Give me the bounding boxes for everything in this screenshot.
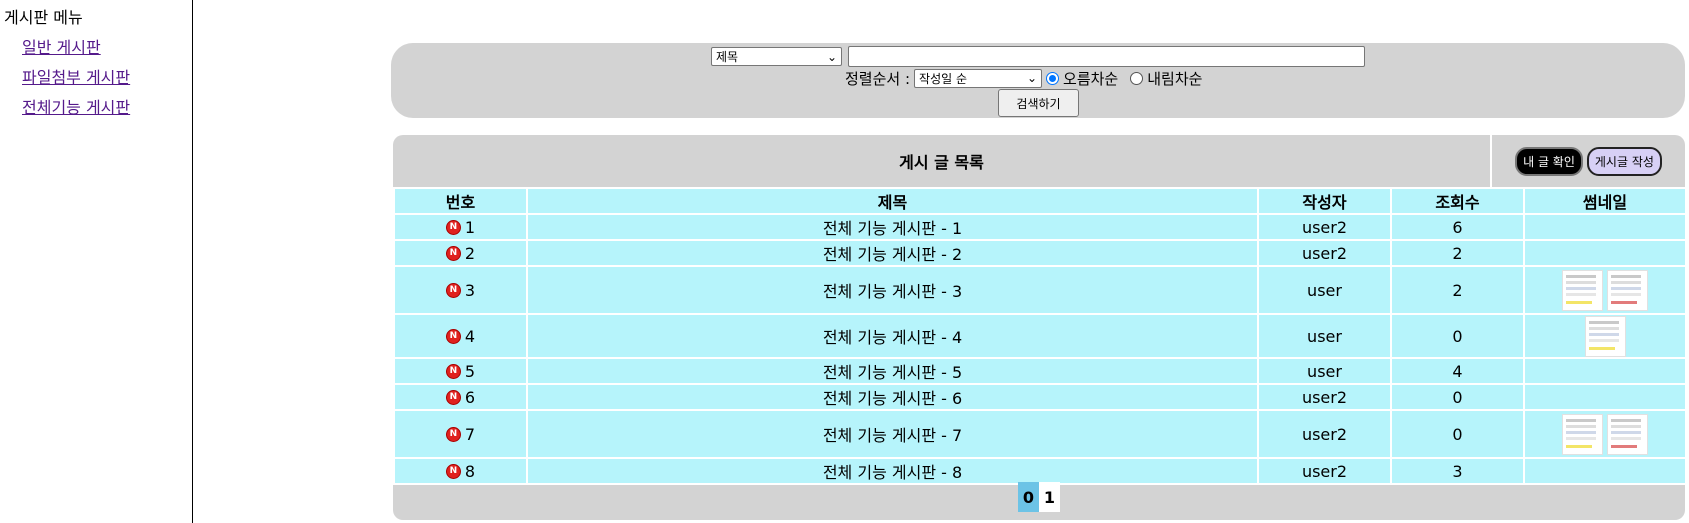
- new-badge-icon: N: [445, 363, 461, 379]
- post-thumbnails: [1523, 239, 1687, 267]
- new-badge-icon: N: [445, 219, 461, 235]
- new-badge-icon: N: [445, 245, 461, 261]
- post-author: user2: [1257, 239, 1392, 267]
- post-title[interactable]: 전체 기능 게시판 - 4: [526, 313, 1259, 359]
- new-badge-icon: N: [445, 389, 461, 405]
- post-views: 6: [1390, 213, 1525, 241]
- post-number: 7: [464, 424, 476, 444]
- search-field-select[interactable]: 제목 ⌄: [711, 47, 842, 66]
- post-number: 4: [464, 326, 476, 346]
- new-badge-icon: N: [445, 328, 461, 344]
- post-author: user2: [1257, 213, 1392, 241]
- post-views: 0: [1390, 409, 1525, 459]
- search-input[interactable]: [848, 46, 1365, 67]
- post-author: user: [1257, 357, 1392, 385]
- post-author: user: [1257, 313, 1392, 359]
- post-views: 0: [1390, 313, 1525, 359]
- board-header: 게시 글 목록 내 글 확인 게시글 작성: [393, 135, 1685, 187]
- board-title: 게시 글 목록: [899, 153, 984, 172]
- new-badge-icon: N: [445, 426, 461, 442]
- table-header-row: 번호 제목 작성자 조회수 썸네일: [393, 187, 1687, 215]
- thumbnail-image[interactable]: [1607, 413, 1648, 455]
- col-thumbnail: 썸네일: [1523, 187, 1687, 215]
- post-title[interactable]: 전체 기능 게시판 - 5: [526, 357, 1259, 385]
- post-number: 5: [464, 361, 476, 381]
- general-board-link[interactable]: 일반 게시판: [22, 38, 101, 57]
- post-views: 2: [1390, 239, 1525, 267]
- post-title[interactable]: 전체 기능 게시판 - 3: [526, 265, 1259, 315]
- post-thumbnails: [1523, 357, 1687, 385]
- post-views: 0: [1390, 383, 1525, 411]
- sort-label: 정렬순서 :: [845, 69, 911, 88]
- search-panel: 제목 ⌄ 정렬순서 : 작성일 순 ⌄ 오름차순 내림차순 검색하기: [391, 43, 1685, 118]
- pagination: 0 1: [393, 477, 1685, 517]
- page-link-0[interactable]: 0: [1018, 482, 1039, 512]
- table-row[interactable]: N3 전체 기능 게시판 - 3 user 2: [393, 265, 1687, 315]
- post-board: 게시 글 목록 내 글 확인 게시글 작성 번호 제목 작성자 조회수 썸네일 …: [393, 135, 1687, 520]
- post-views: 4: [1390, 357, 1525, 385]
- table-row[interactable]: N2 전체 기능 게시판 - 2 user2 2: [393, 239, 1687, 267]
- page-link-1[interactable]: 1: [1039, 482, 1060, 512]
- sidebar-item-file: 파일첨부 게시판: [22, 64, 130, 94]
- post-thumbnails: [1523, 265, 1687, 315]
- post-author: user: [1257, 265, 1392, 315]
- sidebar-menu: 일반 게시판 파일첨부 게시판 전체기능 게시판: [22, 34, 130, 124]
- table-row[interactable]: N1 전체 기능 게시판 - 1 user2 6: [393, 213, 1687, 241]
- order-asc-label: 오름차순: [1063, 69, 1119, 88]
- sidebar-title: 게시판 메뉴: [4, 8, 83, 27]
- posts-table: 번호 제목 작성자 조회수 썸네일 N1 전체 기능 게시판 - 1 user2…: [393, 187, 1687, 485]
- board-actions: 내 글 확인 게시글 작성: [1490, 135, 1685, 187]
- chevron-down-icon: ⌄: [826, 49, 837, 64]
- new-badge-icon: N: [445, 282, 461, 298]
- file-board-link[interactable]: 파일첨부 게시판: [22, 68, 130, 87]
- post-number: 1: [464, 217, 476, 237]
- sidebar-item-full: 전체기능 게시판: [22, 94, 130, 124]
- thumbnail-image[interactable]: [1584, 315, 1626, 357]
- post-number: 6: [464, 387, 476, 407]
- post-thumbnails: [1523, 313, 1687, 359]
- table-row[interactable]: N6 전체 기능 게시판 - 6 user2 0: [393, 383, 1687, 411]
- write-post-button[interactable]: 게시글 작성: [1586, 146, 1662, 176]
- col-views: 조회수: [1390, 187, 1525, 215]
- my-posts-button[interactable]: 내 글 확인: [1515, 146, 1583, 176]
- post-views: 2: [1390, 265, 1525, 315]
- search-button[interactable]: 검색하기: [998, 89, 1079, 117]
- search-field-value: 제목: [716, 50, 739, 64]
- post-title[interactable]: 전체 기능 게시판 - 7: [526, 409, 1259, 459]
- post-thumbnails: [1523, 213, 1687, 241]
- table-row[interactable]: N5 전체 기능 게시판 - 5 user 4: [393, 357, 1687, 385]
- post-thumbnails: [1523, 409, 1687, 459]
- table-row[interactable]: N7 전체 기능 게시판 - 7 user2 0: [393, 409, 1687, 459]
- thumbnail-image[interactable]: [1562, 413, 1603, 455]
- post-title[interactable]: 전체 기능 게시판 - 1: [526, 213, 1259, 241]
- order-asc-radio[interactable]: [1046, 71, 1060, 85]
- thumbnail-image[interactable]: [1562, 269, 1603, 311]
- post-author: user2: [1257, 409, 1392, 459]
- post-title[interactable]: 전체 기능 게시판 - 6: [526, 383, 1259, 411]
- order-desc-label: 내림차순: [1147, 69, 1203, 88]
- post-title[interactable]: 전체 기능 게시판 - 2: [526, 239, 1259, 267]
- sidebar: 게시판 메뉴 일반 게시판 파일첨부 게시판 전체기능 게시판: [0, 0, 193, 523]
- col-title: 제목: [526, 187, 1259, 215]
- sort-select[interactable]: 작성일 순 ⌄: [914, 68, 1043, 88]
- order-desc-radio[interactable]: [1130, 71, 1144, 85]
- post-author: user2: [1257, 383, 1392, 411]
- post-thumbnails: [1523, 383, 1687, 411]
- col-num: 번호: [393, 187, 528, 215]
- full-board-link[interactable]: 전체기능 게시판: [22, 98, 130, 117]
- search-row: 제목 ⌄: [711, 46, 1365, 67]
- post-number: 3: [464, 280, 476, 300]
- table-row[interactable]: N4 전체 기능 게시판 - 4 user 0: [393, 313, 1687, 359]
- sort-value: 작성일 순: [919, 71, 968, 86]
- sort-row: 정렬순서 : 작성일 순 ⌄ 오름차순 내림차순: [845, 67, 1210, 89]
- post-number: 2: [464, 243, 476, 263]
- thumbnail-image[interactable]: [1607, 269, 1648, 311]
- col-author: 작성자: [1257, 187, 1392, 215]
- sidebar-item-general: 일반 게시판: [22, 34, 130, 64]
- chevron-down-icon: ⌄: [1026, 71, 1038, 85]
